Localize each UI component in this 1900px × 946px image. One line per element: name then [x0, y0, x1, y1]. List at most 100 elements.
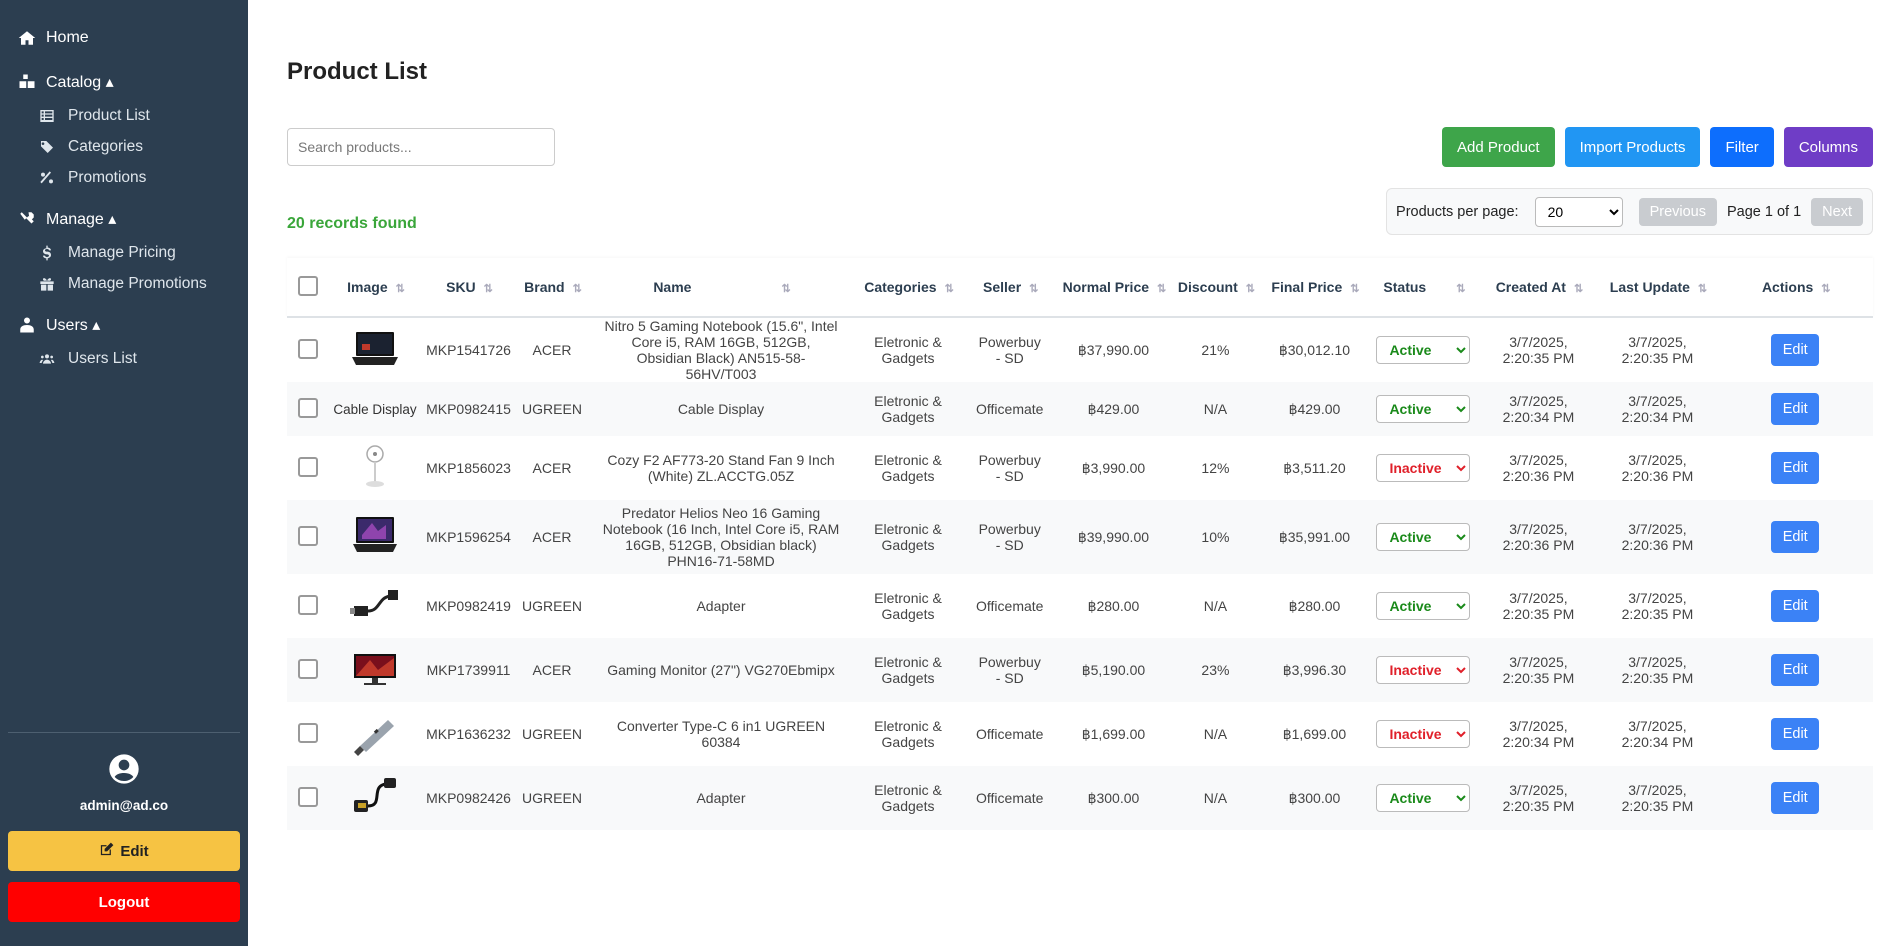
actions-cell: Edit: [1717, 500, 1873, 574]
import-products-button[interactable]: Import Products: [1564, 127, 1701, 167]
header-name[interactable]: Name ⇅: [588, 258, 854, 317]
category-cell: Eletronic & Gadgets: [874, 590, 942, 622]
logout-button[interactable]: Logout: [8, 882, 240, 922]
edit-profile-label: Edit: [120, 842, 149, 860]
edit-product-button[interactable]: Edit: [1771, 718, 1820, 750]
select-all-checkbox[interactable]: [298, 275, 318, 296]
edit-icon: [99, 842, 120, 861]
nav-manage[interactable]: Manage ▴: [0, 203, 248, 235]
row-checkbox[interactable]: [298, 397, 318, 418]
row-checkbox[interactable]: [298, 594, 318, 615]
sidebar-item-categories[interactable]: Categories: [0, 131, 248, 162]
edit-product-button[interactable]: Edit: [1771, 334, 1820, 366]
edit-product-button[interactable]: Edit: [1771, 590, 1820, 622]
row-checkbox[interactable]: [298, 338, 318, 359]
header-actions[interactable]: Actions ⇅: [1717, 258, 1873, 317]
sidebar-item-manage-promotions[interactable]: Manage Promotions: [0, 268, 248, 299]
sort-icon: ⇅: [1821, 283, 1830, 295]
edit-product-button[interactable]: Edit: [1771, 654, 1820, 686]
edit-product-button[interactable]: Edit: [1771, 452, 1820, 484]
edit-product-button[interactable]: Edit: [1771, 393, 1820, 425]
sku-cell: MKP0982419: [426, 598, 511, 614]
header-label: Discount: [1177, 279, 1238, 295]
status-select[interactable]: Inactive: [1376, 454, 1471, 482]
category-cell: Eletronic & Gadgets: [874, 654, 942, 686]
header-label: Actions: [1761, 279, 1814, 295]
status-select[interactable]: Active: [1376, 523, 1471, 551]
discount-cell: 23%: [1201, 662, 1230, 678]
status-select[interactable]: Inactive: [1376, 656, 1471, 684]
status-select[interactable]: Active: [1376, 336, 1471, 364]
last-update-cell: 3/7/2025, 2:20:34 PM: [1621, 393, 1694, 425]
seller-cell: Officemate: [976, 726, 1044, 742]
status-select[interactable]: Active: [1376, 592, 1471, 620]
header-seller[interactable]: Seller ⇅: [962, 258, 1057, 317]
status-select[interactable]: Active: [1376, 395, 1471, 423]
nav-catalog[interactable]: Catalog ▴: [0, 66, 248, 98]
add-product-button[interactable]: Add Product: [1442, 127, 1555, 167]
boxes-icon: [17, 72, 37, 92]
header-discount[interactable]: Discount ⇅: [1169, 258, 1261, 317]
row-checkbox[interactable]: [298, 658, 318, 679]
user-email: admin@ad.co: [79, 798, 169, 813]
brand-cell: ACER: [532, 460, 572, 476]
sidebar-item-users-list[interactable]: Users List: [0, 343, 248, 374]
row-checkbox[interactable]: [298, 722, 318, 743]
status-select[interactable]: Inactive: [1376, 720, 1471, 748]
sku-cell: MKP0982415: [426, 401, 511, 417]
seller-cell: Powerbuy - SD: [978, 521, 1041, 553]
normal-price-cell: ฿1,699.00: [1081, 726, 1146, 742]
nav-home-label: Home: [46, 29, 89, 46]
user-box: admin@ad.co: [8, 733, 240, 813]
actions-cell: Edit: [1717, 317, 1873, 382]
header-last-update[interactable]: Last Update ⇅: [1597, 258, 1717, 317]
header-final-price[interactable]: Final Price ⇅: [1261, 258, 1367, 317]
row-select-cell: [287, 382, 329, 436]
sku-cell: MKP0982426: [426, 790, 511, 806]
gift-icon: [38, 275, 56, 293]
header-created-at[interactable]: Created At ⇅: [1479, 258, 1597, 317]
name-cell: Converter Type-C 6 in1 UGREEN 60384: [616, 718, 826, 750]
normal-price-cell: ฿39,990.00: [1077, 529, 1150, 545]
discount-cell: 10%: [1201, 529, 1230, 545]
row-checkbox[interactable]: [298, 456, 318, 477]
status-cell: Active: [1367, 766, 1479, 830]
header-sku[interactable]: SKU ⇅: [421, 258, 516, 317]
header-categories[interactable]: Categories ⇅: [854, 258, 962, 317]
final-price-cell: ฿429.00: [1288, 401, 1341, 417]
edit-product-button[interactable]: Edit: [1771, 782, 1820, 814]
status-cell: Active: [1367, 382, 1479, 436]
header-image[interactable]: Image ⇅: [329, 258, 421, 317]
status-select[interactable]: Active: [1376, 784, 1471, 812]
nav-home[interactable]: Home: [0, 22, 248, 54]
row-checkbox[interactable]: [298, 525, 318, 546]
row-select-cell: [287, 436, 329, 500]
sidebar-item-promotions[interactable]: Promotions: [0, 162, 248, 193]
header-brand[interactable]: Brand ⇅: [516, 258, 588, 317]
edit-profile-button[interactable]: Edit: [8, 831, 240, 871]
brand-cell: ACER: [532, 662, 572, 678]
last-update-cell: 3/7/2025, 2:20:36 PM: [1621, 521, 1694, 553]
row-checkbox[interactable]: [298, 786, 318, 807]
previous-button[interactable]: Previous: [1638, 197, 1717, 226]
created-at-cell: 3/7/2025, 2:20:35 PM: [1502, 334, 1575, 366]
records-count: 20 records found: [287, 215, 417, 232]
table-header-row: Image ⇅ SKU ⇅ Brand ⇅ Name ⇅ Categories ⇅ Sel…: [287, 258, 1873, 317]
nav-users[interactable]: Users ▴: [0, 309, 248, 341]
status-cell: Active: [1367, 500, 1479, 574]
created-at-cell: 3/7/2025, 2:20:34 PM: [1502, 718, 1575, 750]
sidebar-item-manage-pricing[interactable]: Manage Pricing: [0, 237, 248, 268]
header-normal-price[interactable]: Normal Price ⇅: [1057, 258, 1169, 317]
header-status[interactable]: Status ⇅: [1367, 258, 1479, 317]
next-button[interactable]: Next: [1811, 197, 1863, 226]
percent-icon: [38, 169, 56, 187]
sort-icon: ⇅: [1697, 283, 1707, 295]
search-input[interactable]: [287, 128, 555, 166]
per-page-select[interactable]: 20: [1534, 196, 1623, 227]
image-cell: [329, 702, 421, 766]
filter-button[interactable]: Filter: [1710, 127, 1774, 167]
sidebar-item-product-list[interactable]: Product List: [0, 100, 248, 131]
edit-product-button[interactable]: Edit: [1771, 521, 1820, 553]
columns-button[interactable]: Columns: [1783, 127, 1873, 167]
status-cell: Inactive: [1367, 702, 1479, 766]
